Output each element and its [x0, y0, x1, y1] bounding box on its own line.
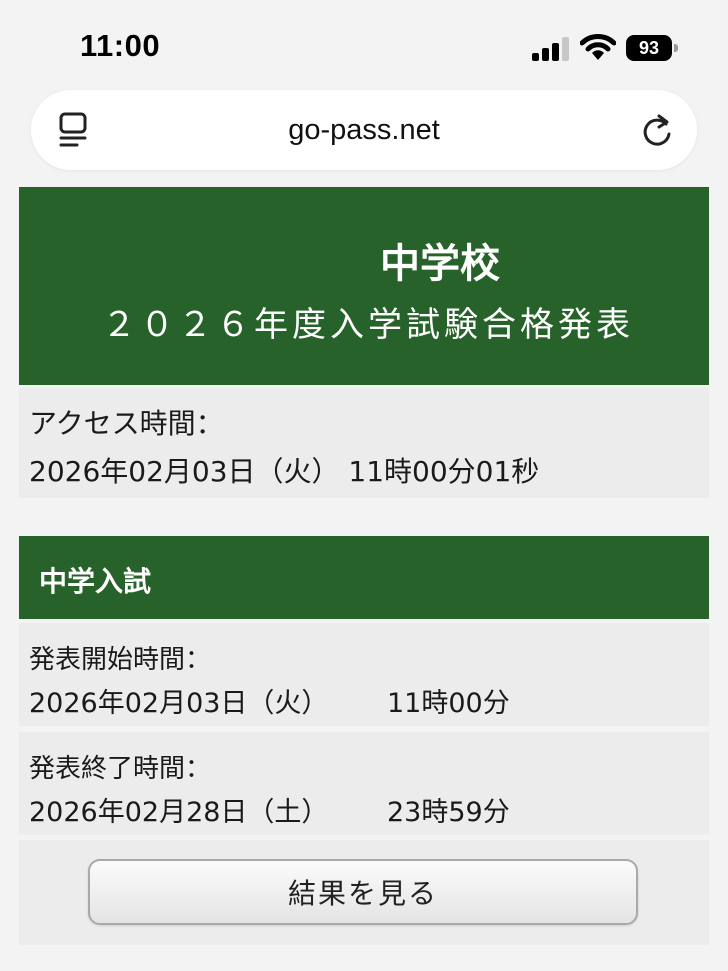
- announcement-start-value: 2026年02月03日（火） 11時00分: [29, 681, 510, 720]
- school-banner: 中学校 ２０２６年度入学試験合格発表: [19, 187, 709, 385]
- address-bar[interactable]: go-pass.net: [31, 90, 697, 170]
- signal-icon: [532, 37, 569, 61]
- access-time-panel: アクセス時間： 2026年02月03日（火） 11時00分01秒: [19, 388, 709, 498]
- announcement-end-time: 23時59分: [387, 797, 510, 828]
- announcement-end-date: 2026年02月28日（土）: [29, 797, 329, 828]
- status-time: 11:00: [80, 28, 161, 63]
- wifi-icon: [580, 34, 616, 60]
- section-header: 中学入試: [19, 536, 709, 619]
- access-time-label: アクセス時間：: [29, 407, 224, 440]
- section-title: 中学入試: [39, 565, 152, 598]
- announcement-end-label: 発表終了時間：: [29, 754, 212, 784]
- view-results-button[interactable]: 結果を見る: [88, 859, 638, 925]
- battery-icon: 93: [626, 35, 680, 61]
- announcement-start-label: 発表開始時間：: [29, 645, 212, 675]
- announcement-start-date: 2026年02月03日（火）: [29, 688, 329, 719]
- button-panel: 結果を見る: [19, 840, 709, 945]
- announcement-end-panel: 発表終了時間： 2026年02月28日（土） 23時59分: [19, 732, 709, 835]
- announcement-start-panel: 発表開始時間： 2026年02月03日（火） 11時00分: [19, 623, 709, 726]
- battery-level: 93: [626, 35, 672, 61]
- access-time-value: 2026年02月03日（火） 11時00分01秒: [29, 455, 540, 488]
- reload-icon[interactable]: [640, 112, 674, 148]
- exam-title: ２０２６年度入学試験合格発表: [102, 305, 634, 345]
- announcement-end-value: 2026年02月28日（土） 23時59分: [29, 790, 510, 829]
- battery-cap: [674, 44, 678, 52]
- status-bar: 11:00 93: [0, 0, 728, 92]
- announcement-start-time: 11時00分: [387, 688, 510, 719]
- school-name: 中学校: [380, 241, 500, 287]
- url-text[interactable]: go-pass.net: [31, 90, 697, 170]
